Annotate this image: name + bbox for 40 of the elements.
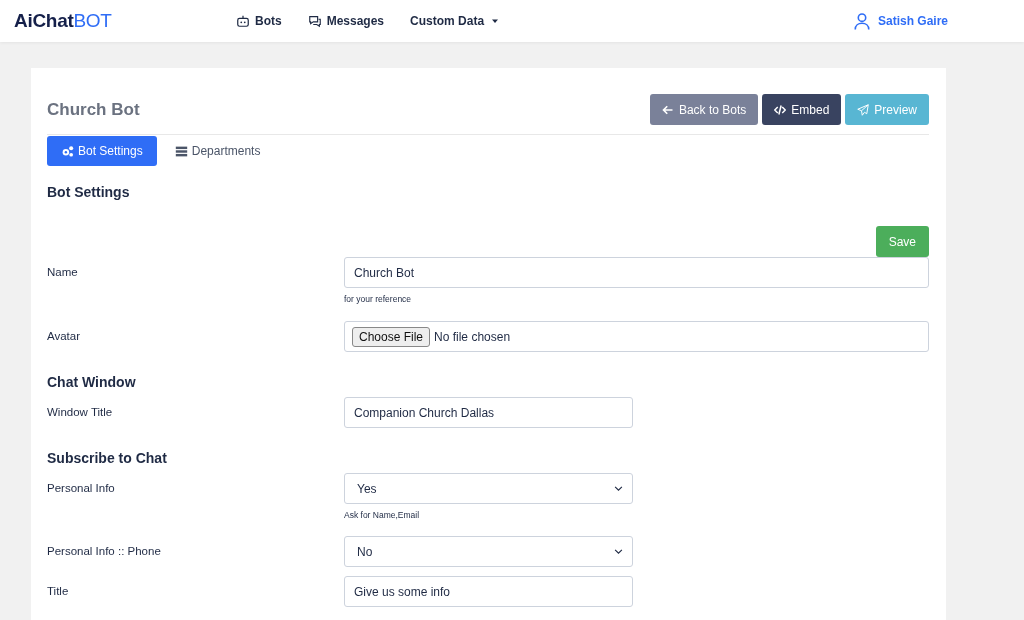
paper-plane-icon — [857, 103, 870, 116]
file-name: No file chosen — [434, 329, 511, 344]
field-label: Window Title — [47, 405, 114, 420]
tab[interactable]: Departments — [160, 136, 275, 166]
text-field[interactable]: Companion Church Dallas — [344, 397, 633, 428]
field-label: Personal Info — [47, 481, 116, 496]
caret-icon — [491, 17, 500, 25]
text-field[interactable]: Church Bot — [344, 257, 929, 288]
select-field[interactable]: Yes — [344, 473, 633, 504]
logo[interactable]: AiChatBOT — [14, 10, 236, 32]
back-button[interactable]: Back to Bots — [649, 94, 759, 125]
embed-button[interactable]: Embed — [762, 94, 842, 125]
section-heading: Bot Settings — [47, 183, 131, 202]
help-text: for your reference — [344, 294, 413, 304]
user-icon — [852, 12, 871, 30]
user-menu[interactable]: Satish Gaire — [852, 12, 948, 30]
nav-link[interactable]: Bots — [236, 14, 282, 28]
page-title: Church Bot — [47, 99, 140, 120]
gears-icon — [61, 144, 74, 158]
robot-icon — [236, 14, 250, 28]
nav-link[interactable]: Custom Data — [410, 14, 500, 28]
list-icon — [174, 144, 188, 158]
file-field[interactable]: Choose File No file chosen — [344, 321, 929, 352]
field-label: Name — [47, 265, 79, 280]
field-label: Title — [47, 584, 70, 599]
left-arrow-icon — [661, 103, 674, 116]
code-icon — [774, 103, 787, 116]
select-field[interactable]: No — [344, 536, 633, 567]
help-text: Ask for Name,Email — [344, 510, 421, 520]
nav-link[interactable]: Messages — [307, 14, 385, 28]
section-heading: Chat Window — [47, 373, 137, 392]
field-label: Avatar — [47, 329, 82, 344]
text-field[interactable]: Give us some info — [344, 576, 633, 607]
section-heading: Subscribe to Chat — [47, 449, 168, 468]
choose-file-button[interactable]: Choose File — [352, 326, 431, 347]
chevron-down-icon — [614, 484, 623, 493]
chevron-down-icon — [614, 547, 623, 556]
field-label: Personal Info :: Phone — [47, 544, 162, 559]
tab[interactable]: Bot Settings — [47, 136, 157, 166]
chat-icon — [307, 14, 322, 28]
